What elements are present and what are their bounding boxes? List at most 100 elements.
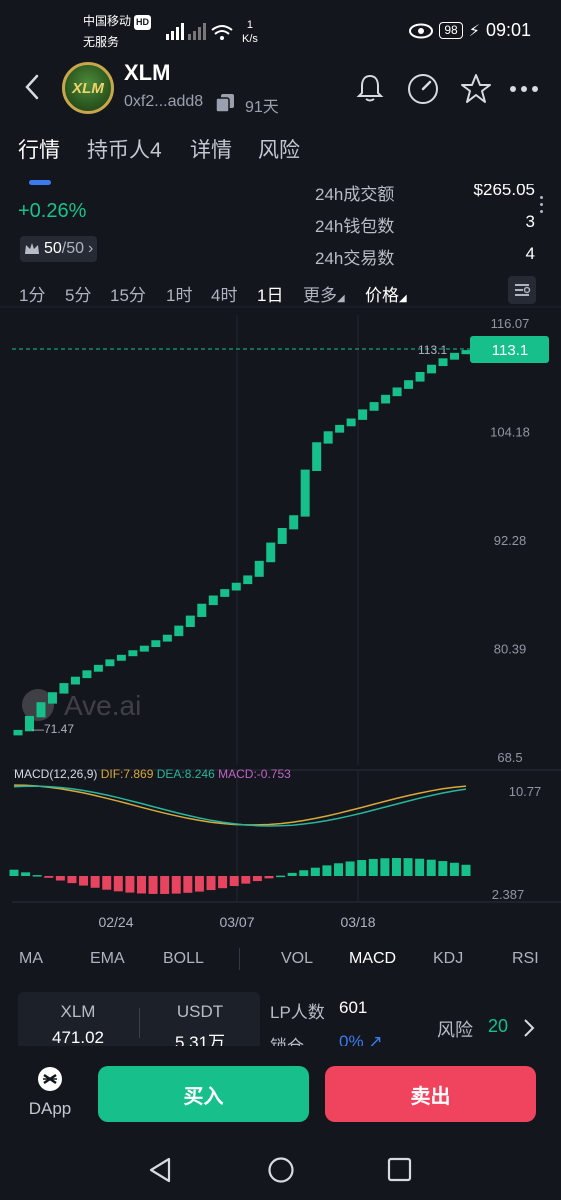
tab-risk[interactable]: 风险 [258,134,300,164]
candle [36,702,46,718]
token-address[interactable]: 0xf2...add8 [124,93,203,111]
price-change: +0.26% [18,200,87,222]
stat-label-trades: 24h交易数 [315,249,395,268]
speed-value: 1 [246,19,254,31]
indicator-ma[interactable]: MA [19,950,43,968]
candle [174,625,184,637]
action-bar: DApp 买入 卖出 [0,1046,561,1140]
indicator-kdj[interactable]: KDJ [433,950,463,968]
sell-button[interactable]: 卖出 [325,1066,536,1122]
tab-market[interactable]: 行情 [18,134,60,164]
timeframe-more-label: 更多 [303,286,337,305]
indicator-ema[interactable]: EMA [90,950,125,968]
dapp-button[interactable]: DApp [22,1066,78,1119]
stat-value-wallets: 3 [525,212,535,231]
buy-button[interactable]: 买入 [98,1066,309,1122]
token-name: XLM [124,60,171,85]
tab-holders[interactable]: 持币人4 [87,134,162,164]
timeframe-more[interactable]: 更多◢ [303,281,345,306]
chart-settings-button[interactable] [508,276,536,304]
back-arrow-icon[interactable] [20,72,44,102]
more-icon[interactable] [509,84,539,94]
macd-dif-line [13,784,467,826]
status-bar: 中国移动 HD 无服务 1 K/s 98 ⚡ 09:01 [0,0,561,58]
macd-histogram-bar [426,859,436,876]
token-logo: XLM [62,62,114,114]
rank-badge[interactable]: 50/50 › [20,236,98,262]
risk-score[interactable]: 20 [488,1016,508,1037]
dropdown-triangle-icon: ◢ [337,293,345,304]
macd-histogram-bar [322,865,332,876]
gauge-icon[interactable] [406,72,440,106]
macd-histogram-bar [299,870,309,876]
copy-icon[interactable] [216,94,234,112]
nav-home-icon[interactable] [267,1156,295,1184]
macd-histogram-bar [136,876,146,894]
candle [185,615,195,627]
nav-recents-icon[interactable] [387,1157,413,1183]
crown-icon [25,243,39,254]
macd-histogram-bar [252,876,262,882]
dapp-label: DApp [28,1099,72,1118]
tab-details[interactable]: 详情 [190,134,232,164]
candle [162,634,172,642]
lp-count-label: LP人数 [270,1003,325,1022]
stat-value-volume: $265.05 [473,180,535,199]
candle [13,729,23,736]
network-speed: 1 K/s [242,18,258,46]
y-tick-label: 116.07 [491,316,530,331]
price-mode-select[interactable]: 价格◢ [365,281,407,306]
macd-histogram-bar [206,876,216,891]
nav-back-icon[interactable] [147,1156,173,1184]
carrier-label: 中国移动 HD [83,14,152,30]
indicator-boll[interactable]: BOLL [163,950,204,968]
timeframe-5m[interactable]: 5分 [65,281,91,306]
low-price-value: 71.47 [44,722,74,736]
carrier-name: 中国移动 [83,14,132,28]
candle [59,683,69,694]
indicator-vol[interactable]: VOL [281,950,313,968]
candle [335,424,345,433]
liquidity-panel: XLM 471.02 USDT 5.31万 [18,992,260,1052]
macd-name: MACD(12,26,9) [14,767,97,781]
y-tick-label: 68.5 [497,750,522,765]
service-label: 无服务 [83,35,120,49]
watermark-text: Ave.ai [64,690,141,721]
chevron-right-icon: › [88,240,94,257]
battery-indicator: 98 [439,22,463,39]
macd-histogram-bar [113,876,123,892]
tab-bar: 行情 持币人4 详情 风险 [0,134,561,174]
candle [300,469,310,517]
candle [197,603,207,617]
candle [404,380,414,389]
macd-histogram-bar [21,872,31,876]
star-icon[interactable] [459,72,493,106]
indicator-rsi[interactable]: RSI [512,950,539,968]
indicator-macd[interactable]: MACD [349,950,396,968]
liquidity-usdt-label: USDT [176,1002,224,1021]
macd-histogram-bar [334,863,344,876]
macd-histogram-bar [9,869,19,876]
price-chart[interactable]: Ave.ai 116.07104.1892.2880.3968.5 113.1 … [0,305,561,945]
macd-histogram-bar [461,864,471,876]
timeframe-1m[interactable]: 1分 [19,281,45,306]
risk-chevron-icon[interactable] [522,1017,536,1039]
liquidity-token-value: 471.02 [52,1028,104,1047]
bell-icon[interactable] [354,72,386,104]
risk-label: 风险 [437,1020,473,1040]
token-age: 91天 [245,99,279,116]
candle [461,350,471,355]
signal-wifi-icon [166,23,233,40]
stat-label-wallets: 24h钱包数 [315,217,395,236]
timeframe-1h[interactable]: 1时 [166,281,192,306]
vertical-more-icon[interactable] [540,196,544,213]
y-tick-label: 92.28 [494,533,527,548]
macd-dif: DIF:7.869 [97,767,153,781]
timeframe-4h[interactable]: 4时 [211,281,237,306]
candle [116,654,126,661]
timeframe-15m[interactable]: 15分 [110,281,146,306]
macd-dea: DEA:8.246 [153,767,215,781]
timeframe-1d[interactable]: 1日 [257,281,283,306]
macd-histogram-bar [160,876,170,894]
price-tag: 113.1 [492,342,528,359]
